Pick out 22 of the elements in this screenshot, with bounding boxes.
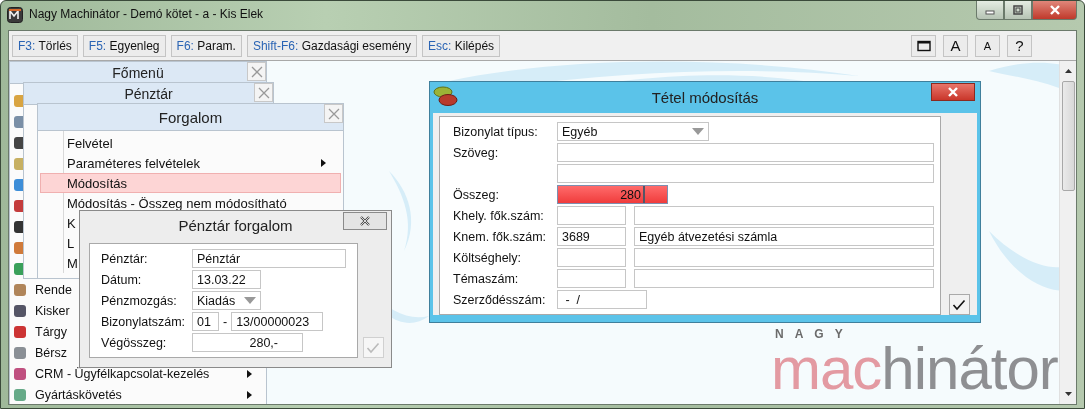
logo-tagline: NAGY <box>775 328 855 340</box>
field-label: Végösszeg: <box>101 335 168 350</box>
separator-text: - <box>223 314 228 329</box>
field-label: Szöveg: <box>453 145 500 160</box>
field-label: Pénzmozgás: <box>101 293 178 308</box>
field-label: Khely. fők.szám: <box>453 208 545 223</box>
dialog-title: Pénztár forgalom <box>178 217 293 234</box>
field-label: Szerződésszám: <box>453 292 547 307</box>
field-label: Témaszám: <box>453 271 520 286</box>
panel-title: Pénztár <box>124 85 173 102</box>
field-label: Pénztár: <box>101 251 149 266</box>
dialog-title: Tétel módosítás <box>651 89 759 106</box>
window-title: Nagy Machinátor - Demó kötet - a - Kis Elek <box>29 7 264 21</box>
field-label: Dátum: <box>101 272 143 287</box>
field-label: Bizonylat típus: <box>453 124 539 139</box>
panel-title: Főmenü <box>112 64 164 81</box>
field-label: Bizonylatszám: <box>101 314 187 329</box>
panel-title: Forgalom <box>158 108 223 126</box>
field-label: Összeg: <box>453 187 500 202</box>
field-label: Költséghely: <box>453 250 523 265</box>
logo-wordmark: machinátor <box>771 340 1058 398</box>
field-label: Knem. fők.szám: <box>453 229 548 244</box>
